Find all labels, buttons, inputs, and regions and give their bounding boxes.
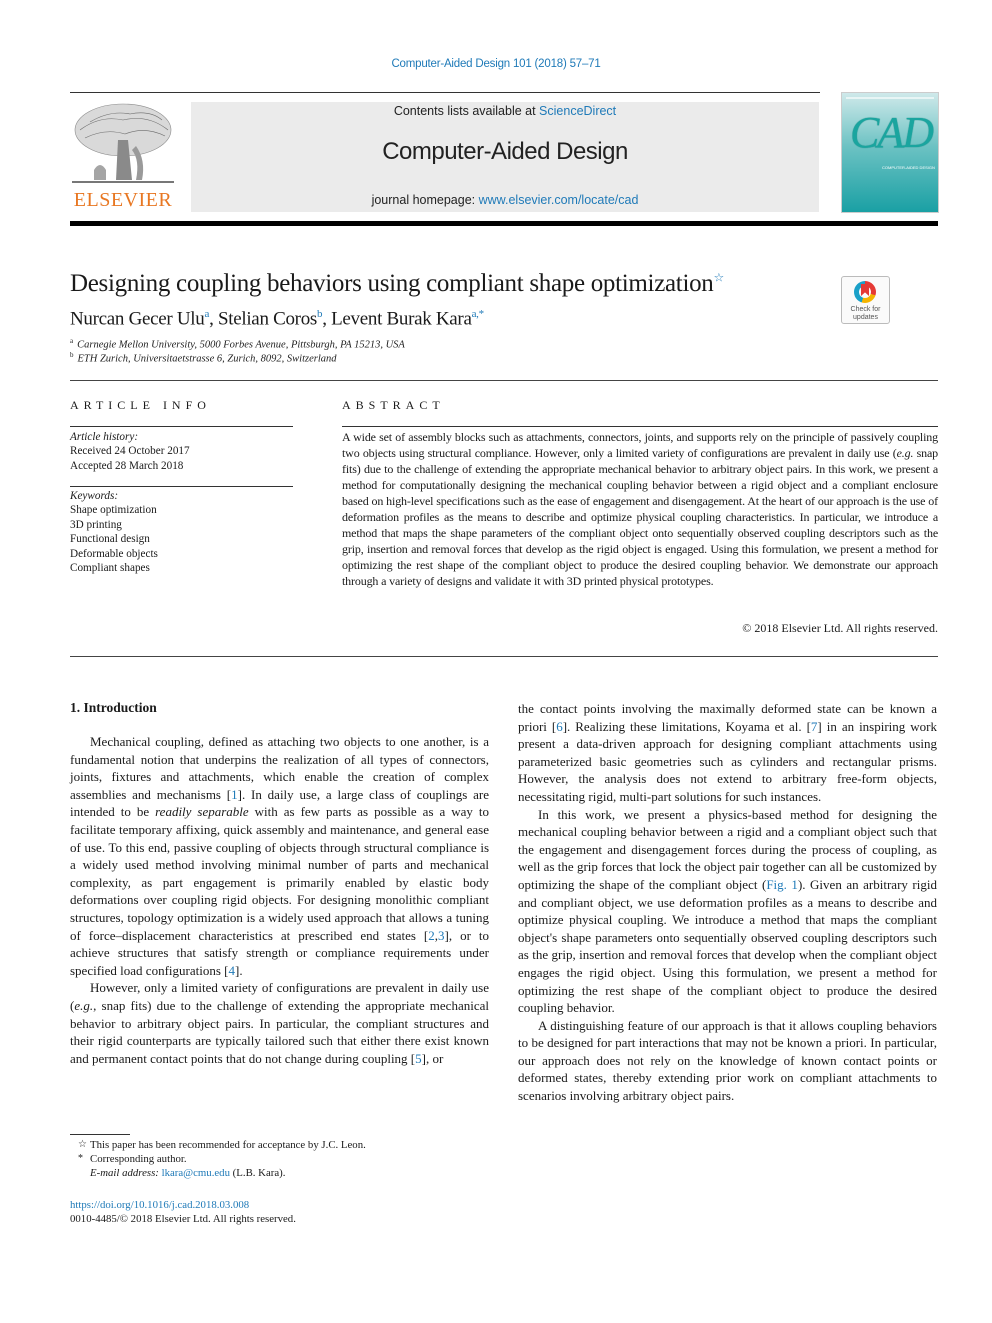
affiliation: a Carnegie Mellon University, 5000 Forbes… [70,337,405,351]
title-separator [70,380,938,381]
elsevier-tree-icon [72,103,174,183]
elsevier-logo[interactable]: ELSEVIER [70,100,176,212]
affiliation-mark[interactable]: a [204,308,209,320]
keywords-block: Keywords: Shape optimization 3D printing… [70,489,300,575]
contents-line: Contents lists available at ScienceDirec… [191,104,819,118]
abstract-copyright: © 2018 Elsevier Ltd. All rights reserved… [742,621,938,635]
article-title: Designing coupling behaviors using compl… [70,270,724,298]
author-name[interactable]: Nurcan Gecer Ulu [70,308,205,329]
header-rule [70,92,820,93]
paragraph: In this work, we present a physics-based… [518,806,937,1016]
received-date: Received 24 October 2017 [70,445,190,458]
body-column-left: Mechanical coupling, defined as attachin… [70,733,489,1067]
paragraph: However, only a limited variety of confi… [70,980,489,1066]
paragraph: A distinguishing feature of our approach… [518,1017,937,1104]
footnote-email: E-mail address: lkara@cmu.edu (L.B. Kara… [90,1167,286,1180]
abstract-bottom-rule [70,656,938,657]
abstract-body: A wide set of assembly blocks such as at… [342,430,938,588]
doi-block: https://doi.org/10.1016/j.cad.2018.03.00… [70,1198,296,1226]
affiliation-label: b [70,351,74,359]
history-label: Article history: [70,431,139,443]
article-info-heading: ARTICLE INFO [70,398,211,412]
paragraph: Mechanical coupling, defined as attachin… [70,734,489,978]
article-history: Article history: Received 24 October 201… [70,430,300,473]
footnote-corresponding: * Corresponding author. [78,1153,187,1166]
keyword: 3D printing [70,518,122,531]
article-title-text: Designing coupling behaviors using compl… [70,270,714,297]
issn-line: 0010-4485/© 2018 Elsevier Ltd. All right… [70,1213,296,1226]
homepage-link[interactable]: www.elsevier.com/locate/cad [479,193,639,207]
check-for-updates-button[interactable]: Check for updates [841,276,890,324]
author-list: Nurcan Gecer Ulua, Stelian Corosb, Leven… [70,308,484,330]
abstract-heading: ABSTRACT [342,398,445,412]
crossmark-label: Check for updates [850,306,881,321]
contents-prefix: Contents lists available at [393,104,540,118]
author-name[interactable]: Levent Burak Kara [331,308,472,329]
header-thick-rule [70,221,938,226]
cover-title: CAD [850,108,934,157]
asterisk-icon: * [78,1153,83,1165]
doi-link[interactable]: https://doi.org/10.1016/j.cad.2018.03.00… [70,1199,249,1211]
title-footnote-star[interactable]: ☆ [714,271,725,285]
keyword: Compliant shapes [70,562,150,575]
sciencedirect-link[interactable]: ScienceDirect [539,104,616,118]
elsevier-wordmark: ELSEVIER [73,189,173,211]
footnote-rule [70,1134,130,1135]
keyword: Deformable objects [70,547,158,560]
cover-subtitle: COMPUTER-AIDED DESIGN [882,165,935,170]
author-name[interactable]: Stelian Coros [218,308,317,329]
affiliation-mark[interactable]: a,* [472,308,485,320]
body-column-right: the contact points involving the maximal… [518,700,937,1105]
citation-link[interactable]: 2 [428,928,435,943]
email-link[interactable]: lkara@cmu.edu [162,1167,230,1179]
paragraph: the contact points involving the maximal… [518,701,937,804]
affiliation-mark[interactable]: b [317,308,323,320]
figure-link[interactable]: Fig. 1 [766,877,798,892]
affiliation-text: Carnegie Mellon University, 5000 Forbes … [77,339,405,351]
star-icon: ☆ [78,1139,87,1150]
keyword: Functional design [70,533,150,546]
keyword: Shape optimization [70,504,157,517]
homepage-prefix: journal homepage: [371,193,479,207]
affiliation: b ETH Zurich, Universitaetstrasse 6, Zuri… [70,351,337,365]
homepage-line: journal homepage: www.elsevier.com/locat… [191,193,819,207]
footnotes: ☆ This paper has been recommended for acc… [70,1138,490,1181]
accepted-date: Accepted 28 March 2018 [70,459,184,472]
abstract-rule [342,426,938,427]
article-info-rule [70,426,293,427]
affiliation-text: ETH Zurich, Universitaetstrasse 6, Zuric… [77,353,337,365]
affiliation-label: a [70,337,74,345]
section-heading-introduction: 1. Introduction [70,700,157,715]
keywords-label: Keywords: [70,490,119,502]
footnote-star: ☆ This paper has been recommended for acc… [78,1139,366,1151]
cover-header-bar [846,97,934,99]
journal-citation[interactable]: Computer-Aided Design 101 (2018) 57–71 [0,58,992,70]
keywords-rule [70,486,293,487]
journal-name: Computer-Aided Design [382,138,628,165]
journal-cover-thumbnail[interactable]: CAD COMPUTER-AIDED DESIGN [841,92,939,213]
journal-banner: Contents lists available at ScienceDirec… [191,102,819,212]
